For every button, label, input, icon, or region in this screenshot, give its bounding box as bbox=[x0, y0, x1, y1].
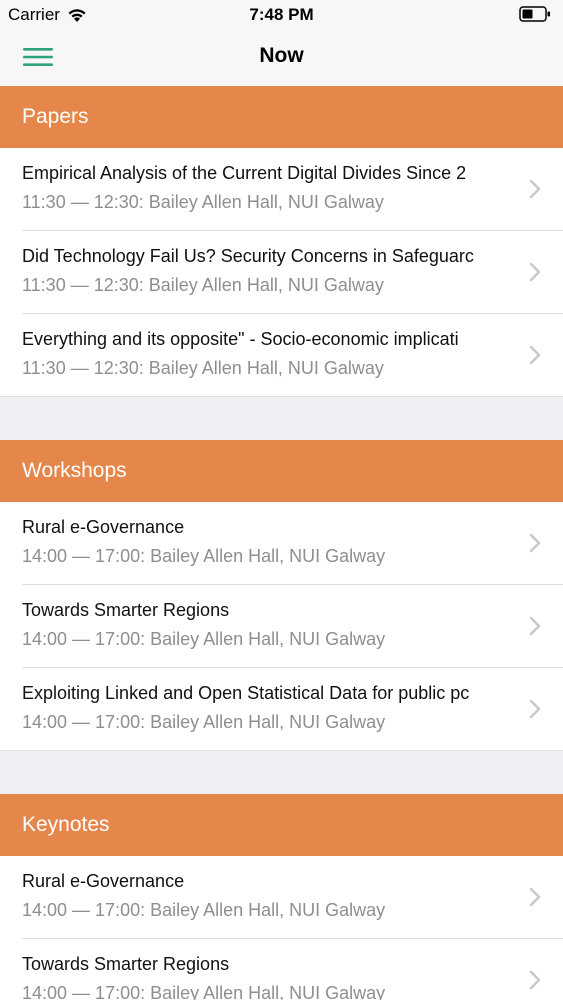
section-spacer bbox=[0, 751, 563, 794]
event-time-location: 14:00 — 17:00: Bailey Allen Hall, NUI Ga… bbox=[22, 546, 386, 566]
event-title: Exploiting Linked and Open Statistical D… bbox=[22, 683, 470, 703]
section-header-workshops: Workshops bbox=[0, 440, 563, 502]
list-item[interactable]: Towards Smarter Regions 14:00 — 17:00: B… bbox=[0, 939, 563, 1000]
page-title: Now bbox=[259, 44, 304, 67]
chevron-right-icon bbox=[529, 699, 541, 719]
chevron-right-icon bbox=[529, 262, 541, 282]
list-item[interactable]: Everything and its opposite" - Socio-eco… bbox=[0, 314, 563, 397]
event-title: Rural e-Governance bbox=[22, 517, 185, 537]
chevron-right-icon bbox=[529, 887, 541, 907]
chevron-right-icon bbox=[529, 616, 541, 636]
status-bar: Carrier 7:48 PM bbox=[0, 0, 563, 30]
event-time-location: 14:00 — 17:00: Bailey Allen Hall, NUI Ga… bbox=[22, 629, 386, 649]
event-time-location: 11:30 — 12:30: Bailey Allen Hall, NUI Ga… bbox=[22, 275, 384, 295]
list-item[interactable]: Did Technology Fail Us? Security Concern… bbox=[0, 231, 563, 314]
app-screen: Carrier 7:48 PM Now Papers Empirical Ana… bbox=[0, 0, 563, 1000]
event-title: Rural e-Governance bbox=[22, 871, 185, 891]
event-time-location: 14:00 — 17:00: Bailey Allen Hall, NUI Ga… bbox=[22, 900, 386, 920]
list-item[interactable]: Empirical Analysis of the Current Digita… bbox=[0, 148, 563, 231]
section-list-workshops: Rural e-Governance 14:00 — 17:00: Bailey… bbox=[0, 502, 563, 751]
battery-icon bbox=[519, 6, 550, 22]
event-title: Empirical Analysis of the Current Digita… bbox=[22, 163, 467, 183]
event-time-location: 14:00 — 17:00: Bailey Allen Hall, NUI Ga… bbox=[22, 983, 386, 1000]
row-divider bbox=[0, 750, 563, 751]
event-title: Towards Smarter Regions bbox=[22, 600, 230, 620]
event-title: Everything and its opposite" - Socio-eco… bbox=[22, 329, 459, 349]
event-time-location: 11:30 — 12:30: Bailey Allen Hall, NUI Ga… bbox=[22, 192, 384, 212]
chevron-right-icon bbox=[529, 970, 541, 990]
event-time-location: 11:30 — 12:30: Bailey Allen Hall, NUI Ga… bbox=[22, 358, 384, 378]
event-time-location: 14:00 — 17:00: Bailey Allen Hall, NUI Ga… bbox=[22, 712, 386, 732]
schedule-list: Papers Empirical Analysis of the Current… bbox=[0, 86, 563, 1000]
list-item[interactable]: Exploiting Linked and Open Statistical D… bbox=[0, 668, 563, 751]
list-item[interactable]: Rural e-Governance 14:00 — 17:00: Bailey… bbox=[0, 502, 563, 585]
section-list-keynotes: Rural e-Governance 14:00 — 17:00: Bailey… bbox=[0, 856, 563, 1000]
event-title: Towards Smarter Regions bbox=[22, 954, 230, 974]
row-divider bbox=[0, 396, 563, 397]
chevron-right-icon bbox=[529, 345, 541, 365]
chevron-right-icon bbox=[529, 179, 541, 199]
list-item[interactable]: Towards Smarter Regions 14:00 — 17:00: B… bbox=[0, 585, 563, 668]
section-spacer bbox=[0, 397, 563, 440]
status-time: 7:48 PM bbox=[249, 5, 314, 24]
section-list-papers: Empirical Analysis of the Current Digita… bbox=[0, 148, 563, 397]
chevron-right-icon bbox=[529, 533, 541, 553]
event-title: Did Technology Fail Us? Security Concern… bbox=[22, 246, 474, 266]
navigation-bar: Now bbox=[0, 30, 563, 86]
list-item[interactable]: Rural e-Governance 14:00 — 17:00: Bailey… bbox=[0, 856, 563, 939]
section-header-keynotes: Keynotes bbox=[0, 794, 563, 856]
section-header-papers: Papers bbox=[0, 86, 563, 148]
